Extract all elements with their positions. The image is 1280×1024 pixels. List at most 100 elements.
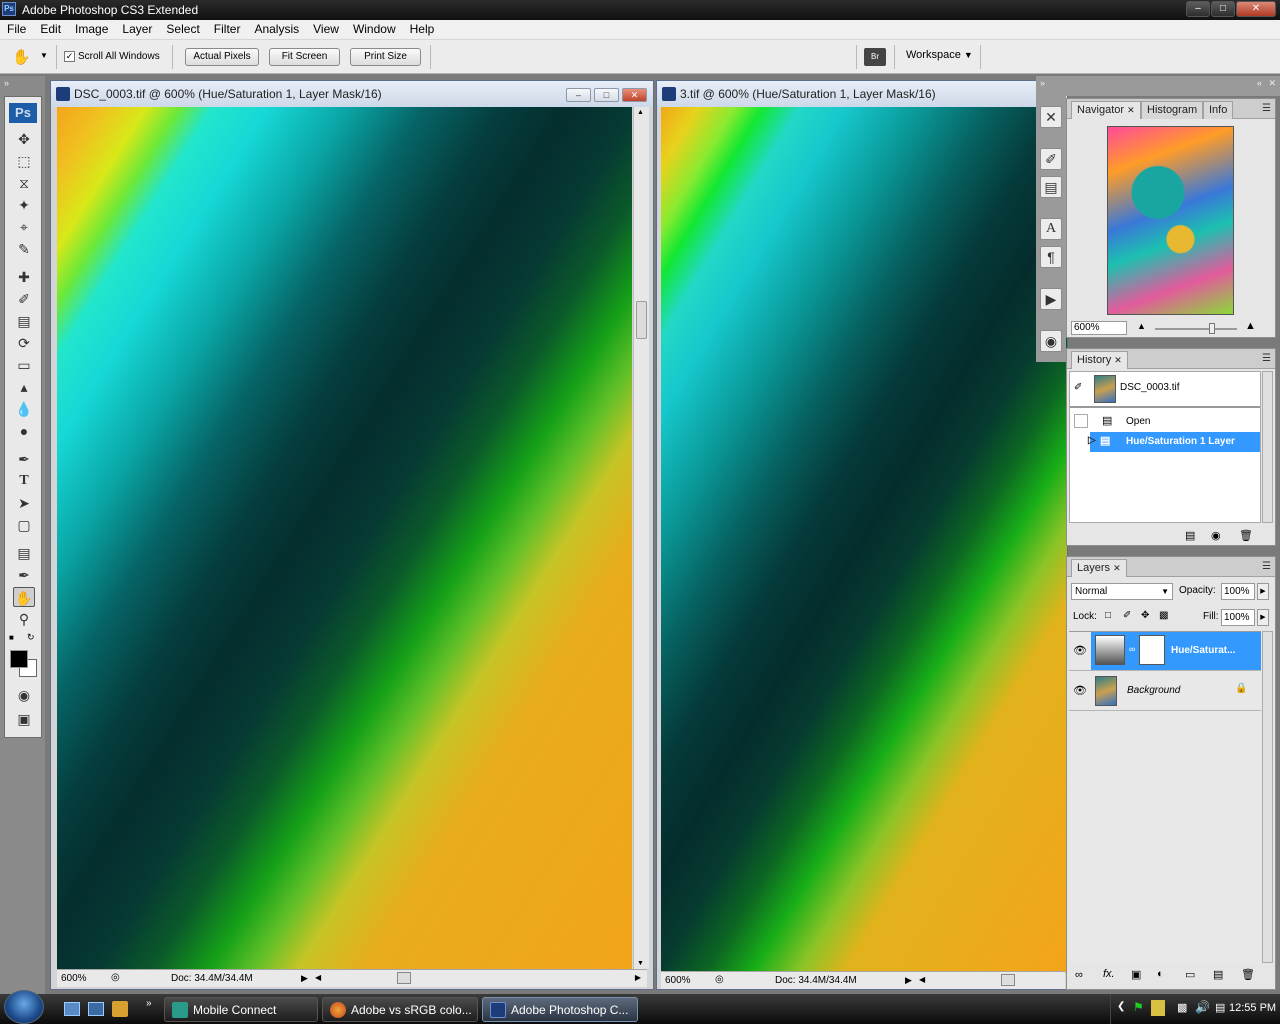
swap-colors-icon[interactable]: ↻ <box>27 632 35 643</box>
new-layer-icon[interactable]: ▤ <box>1213 968 1223 981</box>
magic-wand-tool-icon[interactable]: ✦ <box>13 195 35 215</box>
volume-icon[interactable]: 🔊 <box>1195 1000 1210 1014</box>
panel-menu-icon[interactable]: ☰ <box>1262 561 1271 572</box>
menu-window[interactable]: Window <box>346 20 403 39</box>
notes-tool-icon[interactable]: ▤ <box>13 543 35 563</box>
crop-tool-icon[interactable]: ⌖ <box>13 217 35 237</box>
menu-help[interactable]: Help <box>403 20 442 39</box>
lock-image-icon[interactable]: ✐ <box>1123 610 1131 621</box>
tab-history[interactable]: History ✕ <box>1071 351 1128 369</box>
character-icon[interactable]: A <box>1040 218 1062 240</box>
slice-tool-icon[interactable]: ✎ <box>13 239 35 259</box>
horizontal-scroll-thumb[interactable] <box>397 972 411 984</box>
layer-background[interactable]: 👁 Background 🔒 <box>1069 672 1261 711</box>
dodge-tool-icon[interactable]: ● <box>13 421 35 441</box>
clone-source-icon[interactable]: ▤ <box>1040 176 1062 198</box>
history-item-open[interactable]: ▤ Open <box>1070 412 1260 432</box>
navigator-thumbnail[interactable] <box>1107 126 1234 315</box>
chevron-down-icon[interactable]: ▼ <box>40 51 48 60</box>
taskbar-item-mobile-connect[interactable]: Mobile Connect <box>164 997 318 1022</box>
new-group-icon[interactable]: ▭ <box>1185 968 1195 981</box>
type-tool-icon[interactable]: T <box>13 471 35 491</box>
menu-layer[interactable]: Layer <box>115 20 159 39</box>
quick-launch-more-icon[interactable]: » <box>146 998 152 1009</box>
paragraph-icon[interactable]: ¶ <box>1040 246 1062 268</box>
battery-icon[interactable]: ▤ <box>1215 1001 1225 1014</box>
layer-hue-saturation[interactable]: 👁 ∞ Hue/Saturat... <box>1069 632 1261 671</box>
image-canvas[interactable] <box>661 107 1067 973</box>
menu-view[interactable]: View <box>306 20 346 39</box>
quick-mask-icon[interactable]: ◉ <box>13 685 35 705</box>
zoom-out-icon[interactable]: ▲ <box>1137 321 1146 331</box>
screen-mode-icon[interactable]: ▣ <box>13 709 35 729</box>
panel-menu-icon[interactable]: ☰ <box>1262 353 1271 364</box>
tools-logo[interactable]: Ps <box>9 103 37 123</box>
move-tool-icon[interactable]: ✥ <box>13 129 35 149</box>
image-canvas[interactable] <box>57 107 632 969</box>
link-layers-icon[interactable]: ∞ <box>1075 969 1083 981</box>
eye-icon[interactable]: 👁 <box>1073 644 1087 657</box>
history-checkbox[interactable] <box>1074 414 1088 428</box>
tab-layers[interactable]: Layers ✕ <box>1071 559 1127 577</box>
zoom-tool-icon[interactable]: ⚲ <box>13 609 35 629</box>
document-title-bar[interactable]: 3.tif @ 600% (Hue/Saturation 1, Layer Ma… <box>657 81 1067 107</box>
maximize-icon[interactable]: □ <box>1211 1 1235 17</box>
collapse-arrows-icon[interactable]: » <box>4 78 9 88</box>
start-button[interactable] <box>4 990 44 1024</box>
taskbar-item-firefox[interactable]: Adobe vs sRGB colo... <box>322 997 478 1022</box>
status-menu-icon[interactable]: ◎ <box>111 972 120 983</box>
clock[interactable]: 12:55 PM <box>1229 1002 1276 1014</box>
vertical-scrollbar[interactable]: ▲ ▼ <box>633 107 649 969</box>
path-selection-tool-icon[interactable]: ➤ <box>13 493 35 513</box>
foreground-color-swatch[interactable] <box>10 650 28 668</box>
status-menu-icon[interactable]: ◎ <box>715 974 724 985</box>
zoom-level[interactable]: 600% <box>665 975 691 986</box>
taskbar-item-photoshop[interactable]: Adobe Photoshop C... <box>482 997 638 1022</box>
measurement-icon[interactable]: ◉ <box>1040 330 1062 352</box>
horizontal-scroll-thumb[interactable] <box>1001 974 1015 986</box>
status-arrow-icon[interactable]: ▶ <box>301 973 308 984</box>
tab-info[interactable]: Info <box>1203 101 1234 119</box>
history-brush-tool-icon[interactable]: ⟳ <box>13 333 35 353</box>
collapse-arrows-icon[interactable]: » <box>1040 78 1045 88</box>
signal-icon[interactable] <box>1151 1000 1165 1016</box>
pen-tool-icon[interactable]: ✒ <box>13 449 35 469</box>
history-scrollbar[interactable] <box>1262 371 1273 523</box>
panel-menu-icon[interactable]: ☰ <box>1262 103 1271 114</box>
layer-mask-thumbnail[interactable] <box>1139 635 1165 665</box>
tray-expand-icon[interactable]: ❮ <box>1117 1001 1125 1012</box>
layers-scrollbar[interactable] <box>1262 631 1273 963</box>
bridge-icon[interactable]: Br <box>864 48 886 66</box>
menu-file[interactable]: File <box>0 20 33 39</box>
scroll-left-icon[interactable]: ◀ <box>315 973 321 982</box>
navigator-zoom-slider[interactable] <box>1155 328 1237 330</box>
add-mask-icon[interactable]: ▣ <box>1131 968 1141 981</box>
close-icon[interactable]: ✕ <box>1114 355 1122 365</box>
scroll-right-icon[interactable]: ▶ <box>635 973 641 982</box>
workspace-menu[interactable]: Workspace ▼ <box>906 49 973 61</box>
link-icon[interactable]: ∞ <box>1129 644 1135 654</box>
menu-edit[interactable]: Edit <box>33 20 68 39</box>
scroll-down-icon[interactable]: ▼ <box>637 960 644 967</box>
scroll-all-windows-checkbox[interactable]: ✓ <box>64 51 75 62</box>
flag-icon[interactable]: ⚑ <box>1133 1000 1144 1014</box>
brush-tool-icon[interactable]: ✐ <box>13 289 35 309</box>
lock-all-icon[interactable]: ▩ <box>1159 610 1168 621</box>
menu-select[interactable]: Select <box>159 20 206 39</box>
layer-name[interactable]: Hue/Saturat... <box>1171 645 1235 656</box>
lock-transparency-icon[interactable]: □ <box>1105 610 1111 621</box>
trash-icon[interactable]: 🗑 <box>1239 529 1253 542</box>
healing-brush-tool-icon[interactable]: ✚ <box>13 267 35 287</box>
eraser-tool-icon[interactable]: ▭ <box>13 355 35 375</box>
tab-histogram[interactable]: Histogram <box>1141 101 1204 119</box>
opacity-slider-arrow-icon[interactable]: ▶ <box>1257 583 1269 600</box>
lasso-tool-icon[interactable]: ⧖ <box>13 173 35 193</box>
switch-windows-icon[interactable] <box>88 1002 104 1016</box>
document-window-1[interactable]: DSC_0003.tif @ 600% (Hue/Saturation 1, L… <box>50 80 654 990</box>
collapse-arrows-icon[interactable]: « <box>1257 78 1262 88</box>
fit-screen-button[interactable]: Fit Screen <box>269 48 340 66</box>
fx-icon[interactable]: fx. <box>1103 968 1115 980</box>
paint-bucket-tool-icon[interactable]: ▴ <box>13 377 35 397</box>
blend-mode-select[interactable]: Normal ▼ <box>1071 583 1173 600</box>
adjustment-layer-icon[interactable]: ◐ <box>1157 968 1164 980</box>
